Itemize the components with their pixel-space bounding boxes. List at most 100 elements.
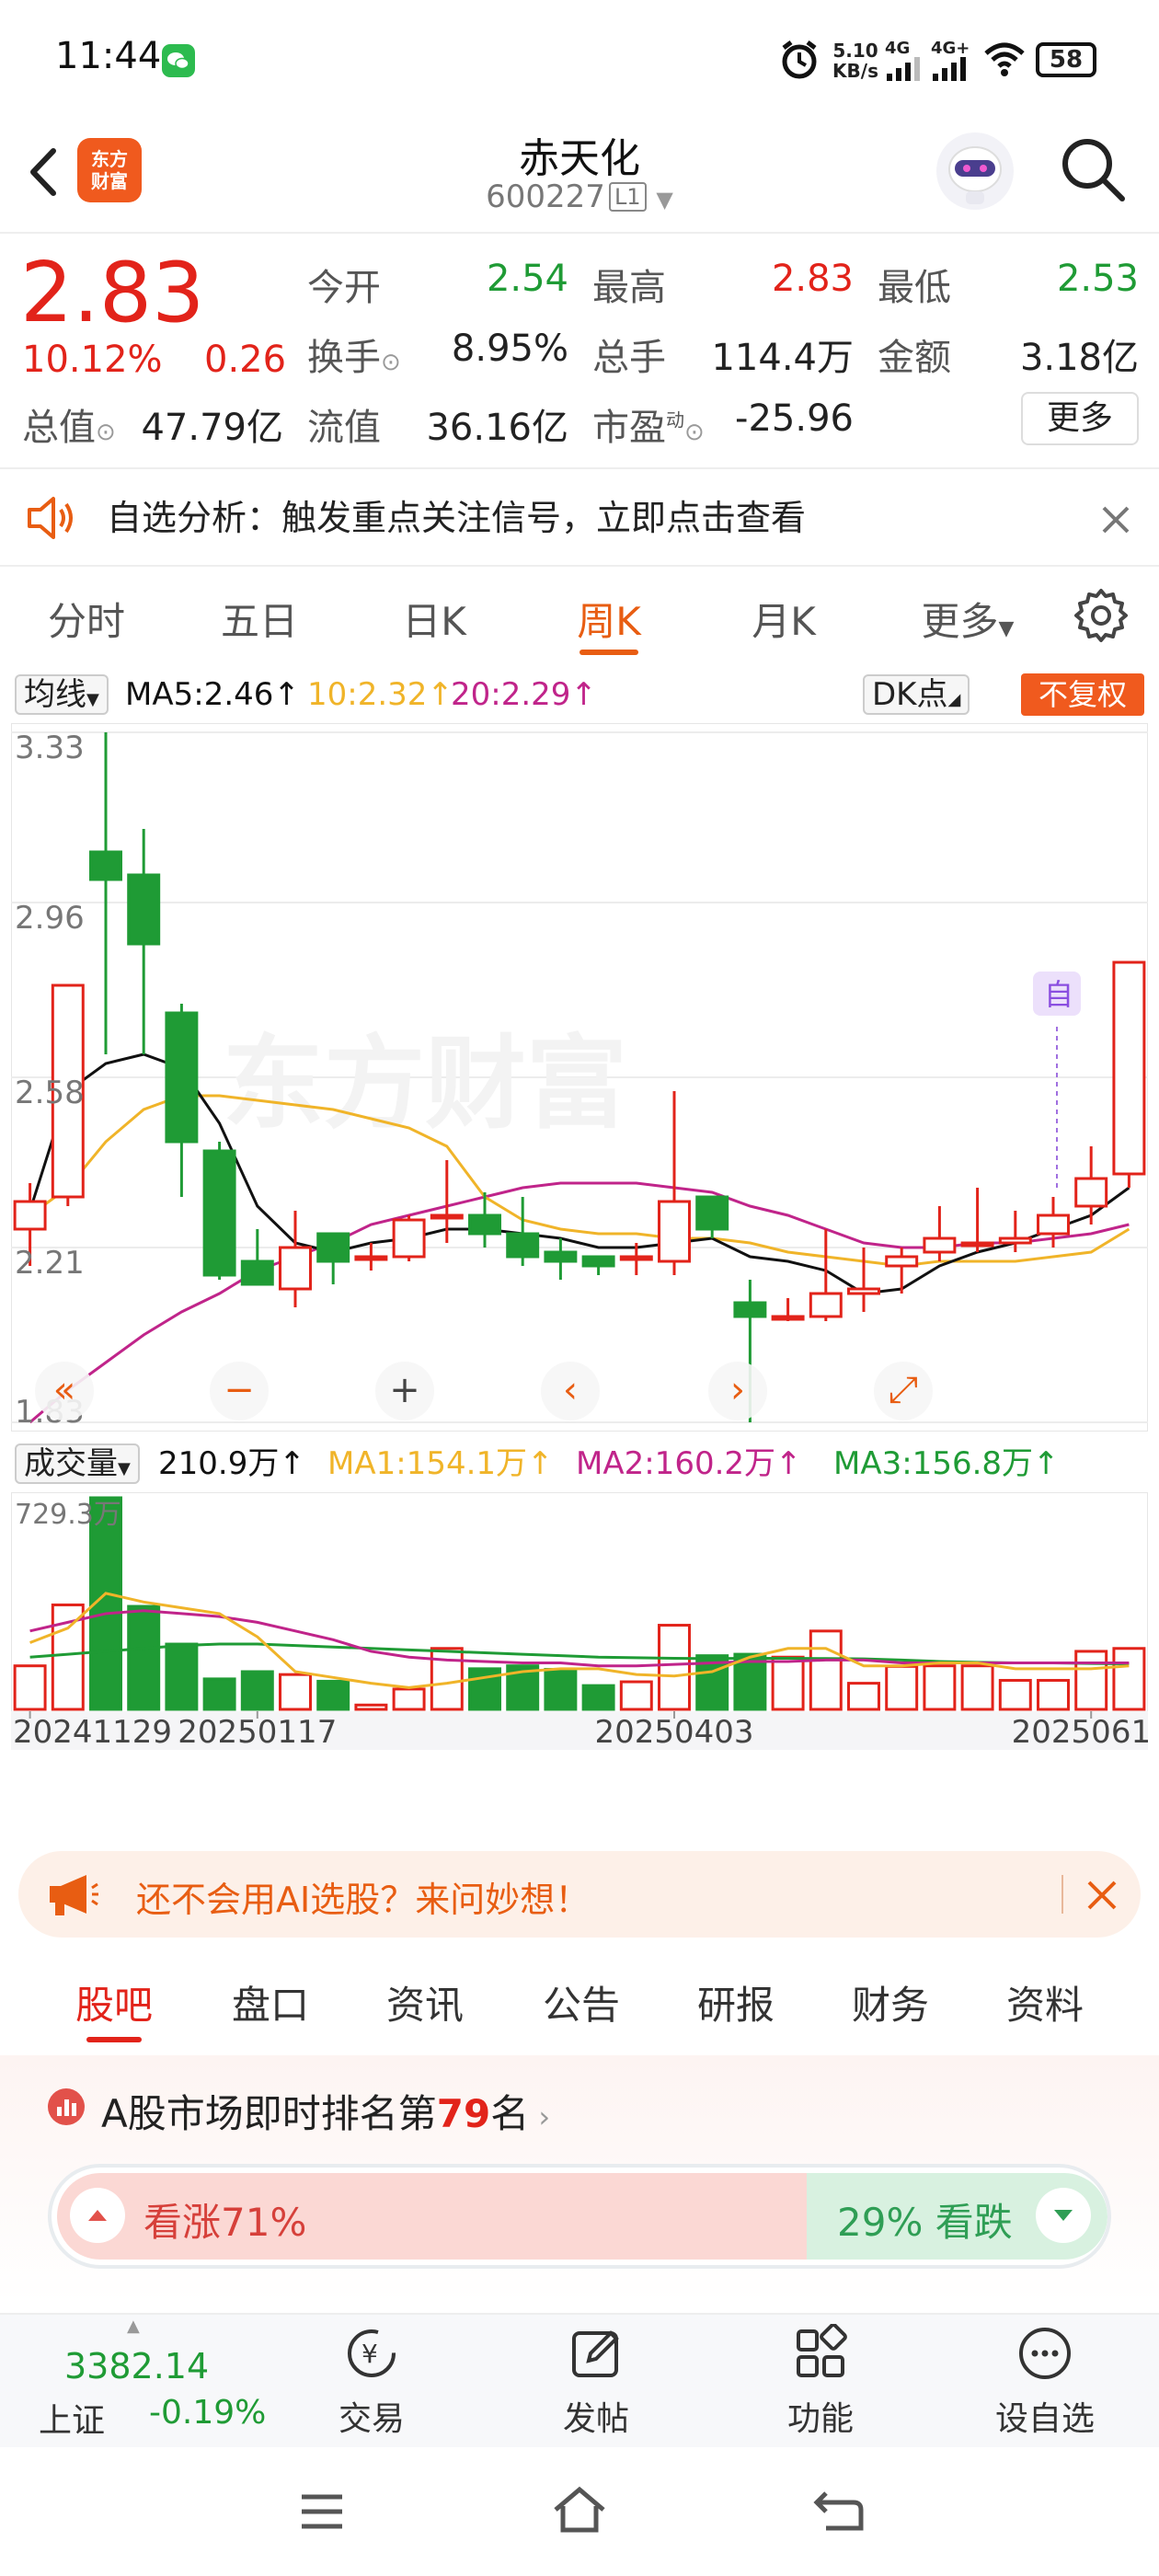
fullscreen-button[interactable]: ⤢ (874, 1362, 933, 1420)
index-change: -0.19% (149, 2394, 267, 2432)
caret-up-icon: ▲ (127, 2317, 140, 2336)
content-tabs: 股吧 盘口 资讯 公告 研报 财务 资料 (0, 1954, 1159, 2055)
low-value: 2.53 (1056, 258, 1139, 300)
tab-research[interactable]: 研报 (671, 1974, 800, 2030)
watermark: 东方财富 (223, 1025, 627, 1143)
svg-text:‹: ‹ (563, 1369, 578, 1411)
candle-body (316, 1232, 350, 1263)
assistant-robot-icon[interactable] (936, 132, 1014, 210)
y-tick-label: 3.33 (15, 730, 85, 766)
open-label: 今开 (307, 267, 381, 309)
wifi-icon (984, 42, 1025, 76)
functions-grid-icon[interactable] (791, 2324, 850, 2383)
post-icon[interactable] (567, 2324, 625, 2383)
volume-bar (240, 1670, 274, 1711)
candle-body (581, 1255, 615, 1268)
candle-body (1037, 1213, 1070, 1236)
candlestick-chart[interactable]: 东方财富 3.332.962.582.211.83 自 «−+‹›⤢ (11, 723, 1148, 1432)
candle-body (13, 1200, 47, 1231)
svg-text:›: › (730, 1369, 745, 1411)
mktcap-value: 47.79亿 (141, 407, 283, 449)
volume-bar (354, 1703, 388, 1711)
close-icon[interactable] (1100, 504, 1131, 535)
bottom-nav: ▲ 3382.14 上证 -0.19% ¥ 交易 发帖 功能 设自选 (0, 2313, 1159, 2447)
next-button[interactable]: › (708, 1362, 767, 1420)
period-tabs: 分时 五日 日K 周K 月K 更多▼ (0, 567, 1159, 668)
menu-icon[interactable] (298, 2491, 346, 2532)
net-speed: 5.10 KB/s (832, 40, 878, 82)
trade-icon[interactable]: ¥ (342, 2324, 401, 2383)
candle-body (430, 1213, 464, 1220)
scroll-left-fast-button[interactable]: « (35, 1362, 94, 1420)
chevron-right-icon: › (529, 2099, 551, 2134)
index-ticker[interactable]: ▲ 3382.14 上证 -0.19% (18, 2315, 266, 2449)
divider (1061, 1875, 1063, 1914)
tab-more[interactable]: 更多▼ (894, 591, 1041, 647)
zoom-in-button[interactable]: + (375, 1362, 434, 1420)
search-icon[interactable] (1058, 134, 1128, 204)
dk-point-selector[interactable]: DK点◢ (863, 672, 970, 718)
zoom-out-button[interactable]: − (210, 1362, 269, 1420)
settings-gear-icon[interactable] (1073, 587, 1130, 644)
candle-body (89, 850, 122, 881)
back-icon[interactable] (813, 2486, 865, 2532)
volume-bar (771, 1655, 805, 1711)
tab-intraday[interactable]: 分时 (13, 591, 160, 647)
status-time: 11:44 (55, 35, 162, 77)
adjust-badge[interactable]: 不复权 (1021, 673, 1144, 716)
battery-icon: 58 (1036, 42, 1096, 77)
turnover-value: 8.95% (451, 328, 568, 370)
system-nav-bar (0, 2447, 1159, 2576)
bull-vote-button[interactable] (70, 2188, 125, 2243)
volume-bar (1037, 1678, 1070, 1711)
ad-text: 还不会用AI选股？来问妙想！ (136, 1880, 591, 1920)
wechat-notification-icon (162, 44, 195, 77)
tab-financials[interactable]: 财务 (826, 1974, 955, 2030)
tab-orderbook[interactable]: 盘口 (206, 1974, 335, 2030)
caret-down-icon: ▼ (998, 617, 1015, 640)
candle-body (619, 1255, 653, 1261)
candle-body (695, 1195, 729, 1231)
tab-monthly-k[interactable]: 月K (710, 591, 857, 647)
volume-bar (1074, 1650, 1108, 1711)
tab-five-day[interactable]: 五日 (186, 591, 333, 647)
volume-chart[interactable]: 729.3万 2024112920250117 20250403 20250617 (11, 1492, 1148, 1750)
candle-body (544, 1250, 578, 1263)
volume-bar (885, 1664, 919, 1711)
volume-bar (13, 1664, 47, 1711)
nav-functions[interactable]: 功能 (747, 2392, 894, 2440)
bear-vote-button[interactable] (1036, 2188, 1091, 2243)
candle-body (468, 1213, 501, 1236)
more-button[interactable]: 更多 (1021, 392, 1139, 445)
prev-button[interactable]: ‹ (541, 1362, 600, 1420)
svg-text:¥: ¥ (361, 2339, 378, 2369)
nav-add-watchlist[interactable]: 设自选 (971, 2392, 1119, 2440)
close-ad-icon[interactable] (1085, 1879, 1119, 1912)
tab-forum[interactable]: 股吧 (50, 1974, 178, 2030)
candle (202, 1142, 236, 1280)
volume-selector[interactable]: 成交量▼ (15, 1441, 140, 1487)
market-rank-card[interactable]: A股市场即时排名第79名 › 看涨71% 29% 看跌 (0, 2055, 1159, 2304)
volume-bar (619, 1680, 653, 1711)
tab-announcements[interactable]: 公告 (517, 1974, 646, 2030)
x-date-label: 20250403 (594, 1714, 753, 1750)
tab-profile[interactable]: 资料 (981, 1974, 1109, 2030)
change-percent: 10.12% (22, 339, 163, 381)
ma-selector[interactable]: 均线▼ (15, 672, 109, 718)
active-tab-indicator (580, 650, 638, 655)
candle-body (658, 1200, 691, 1263)
analysis-banner[interactable]: 自选分析：触发重点关注信号，立即点击查看 (0, 467, 1159, 567)
nav-trade[interactable]: 交易 (298, 2392, 445, 2440)
index-name: 上证 (39, 2402, 106, 2440)
info-icon: ⊙ (96, 419, 116, 446)
tab-daily-k[interactable]: 日K (361, 591, 508, 647)
nav-post[interactable]: 发帖 (522, 2392, 670, 2440)
tab-news[interactable]: 资讯 (361, 1974, 489, 2030)
home-icon[interactable] (550, 2484, 609, 2536)
current-price: 2.83 (20, 245, 205, 341)
ma10-value: 10:2.32↑ (307, 676, 453, 713)
candle-body (392, 1218, 426, 1259)
add-watchlist-icon[interactable] (1016, 2324, 1074, 2383)
tab-weekly-k[interactable]: 周K (535, 591, 683, 647)
ai-ad-banner[interactable]: 还不会用AI选股？来问妙想！ (18, 1851, 1141, 1938)
